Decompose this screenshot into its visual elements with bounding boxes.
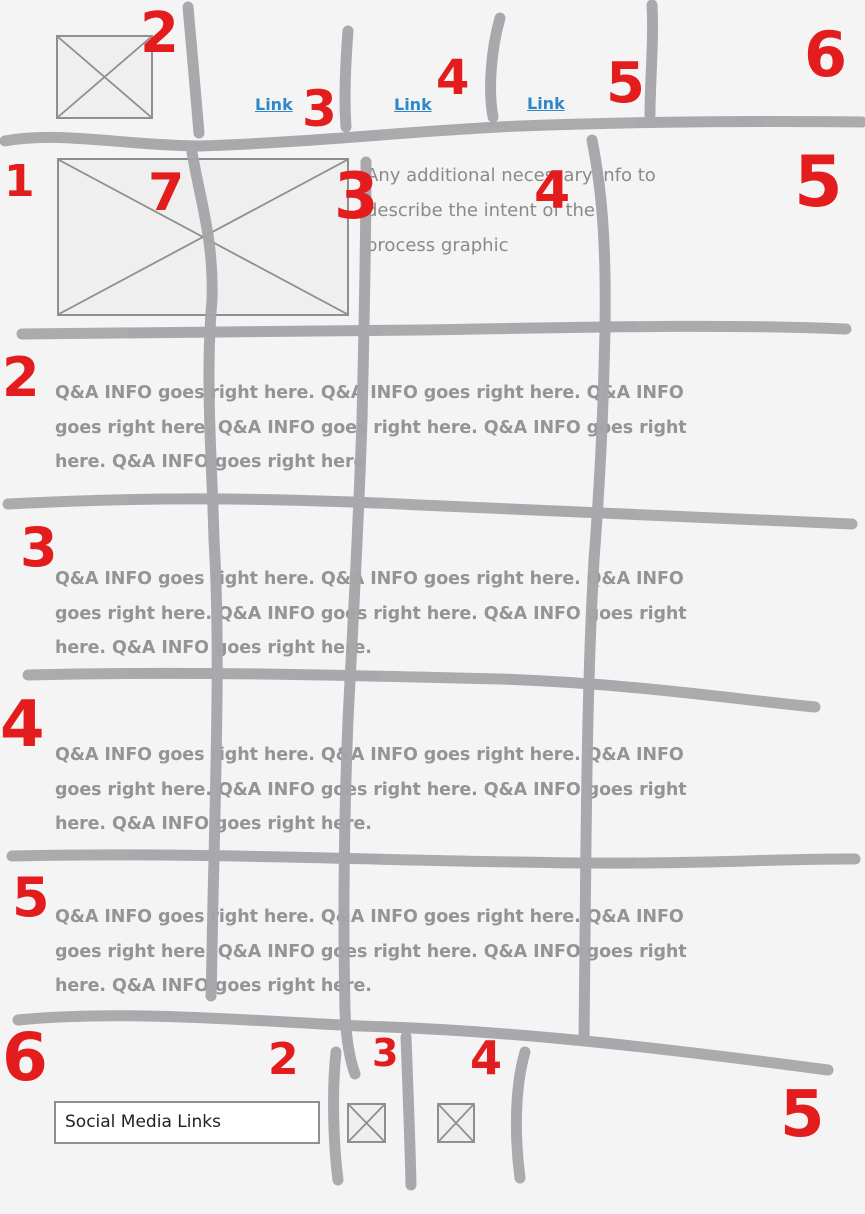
hero-info-text: Any additional necessary info to describ… [366,165,656,256]
header-column-number-3: 3 [302,80,337,138]
header-column-number-6: 6 [804,18,847,91]
row-divider-3 [2,493,858,530]
row-number-5: 5 [12,866,50,929]
qa-section-1: Q&A INFO goes right here. Q&A INFO goes … [55,383,687,472]
row-number-4: 4 [0,688,45,762]
row-number-2: 2 [2,346,40,409]
social-icon-placeholder[interactable] [437,1103,475,1143]
row-number-1: 1 [4,156,35,207]
column-divider-footer-1 [328,1046,344,1186]
row-divider-1 [0,115,865,152]
hero-column-number-5: 5 [794,141,843,223]
row-number-3: 3 [20,516,58,579]
column-divider-header-3 [485,12,506,123]
logo-placeholder [56,35,153,119]
social-icon-placeholder[interactable] [347,1103,386,1143]
row-divider-6 [12,1010,834,1076]
column-divider-header-1 [182,1,205,139]
header-column-number-5: 5 [606,51,645,116]
column-divider-footer-2 [400,1031,417,1191]
column-divider-header-4 [644,0,659,121]
qa-section-2: Q&A INFO goes right here. Q&A INFO goes … [55,569,687,658]
row-number-6: 6 [2,1019,48,1096]
social-media-links-box[interactable]: Social Media Links [54,1101,320,1144]
column-divider-footer-3 [510,1046,531,1184]
hero-image-placeholder [57,158,349,316]
qa-section-3: Q&A INFO goes right here. Q&A INFO goes … [55,745,687,834]
footer-column-number-3: 3 [372,1031,398,1075]
nav-link-2[interactable]: Link [394,95,432,114]
row-divider-5 [6,849,861,869]
footer-column-number-4: 4 [470,1031,502,1085]
header-column-number-4: 4 [436,50,469,106]
row-divider-2 [16,320,852,340]
row-divider-4 [22,667,821,713]
nav-link-3[interactable]: Link [527,94,565,113]
footer-column-number-5: 5 [780,1078,825,1152]
column-divider-header-2 [339,25,354,133]
nav-link-1[interactable]: Link [255,95,293,114]
qa-section-4: Q&A INFO goes right here. Q&A INFO goes … [55,907,687,996]
footer-column-number-2: 2 [268,1034,299,1085]
